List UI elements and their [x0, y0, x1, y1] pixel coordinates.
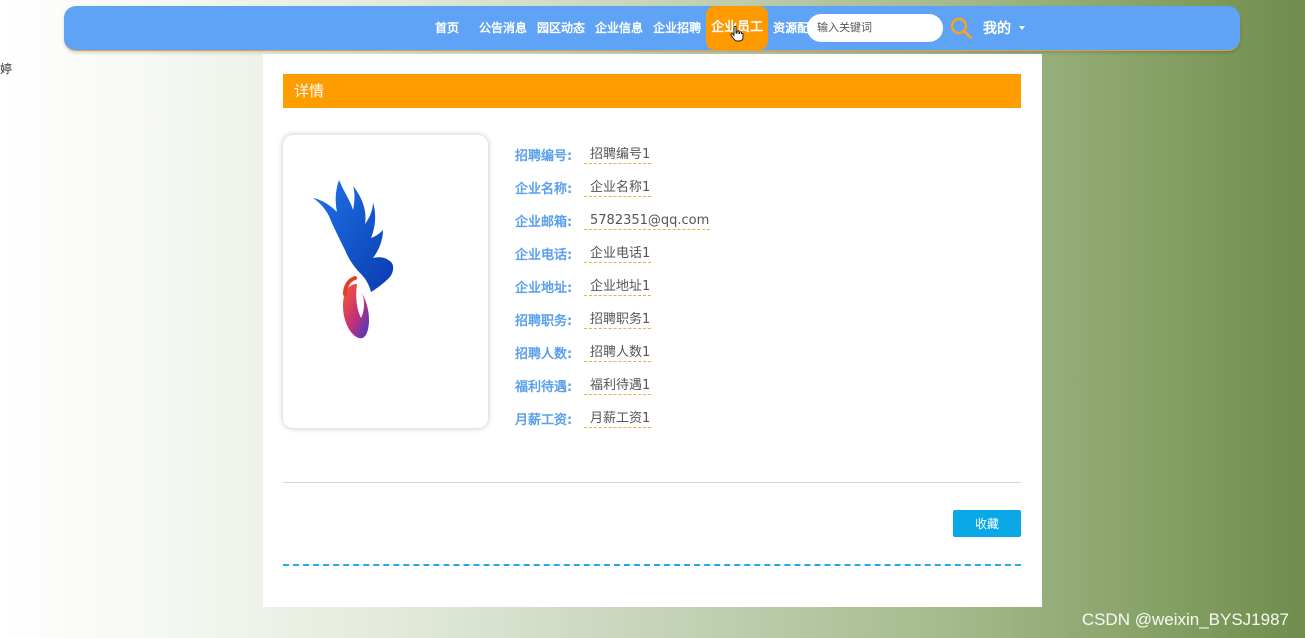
field-label: 企业邮箱: [515, 215, 573, 230]
top-navbar: 首页 公告消息 园区动态 企业信息 企业招聘 企业员工 资源配置 我的 [64, 6, 1240, 51]
field-company-phone: 企业电话: 企业电话1 [515, 237, 710, 270]
field-value: 月薪工资1 [584, 410, 652, 428]
field-label: 月薪工资: [515, 413, 573, 428]
hand-cursor-icon [730, 26, 744, 42]
field-recruit-no: 招聘编号: 招聘编号1 [515, 138, 710, 171]
detail-panel: 详情 招聘编号: 招聘编号1 企业名称: 企业名称1 企业邮箱: 5782351… [263, 54, 1042, 607]
field-value: 福利待遇1 [584, 377, 652, 395]
dashed-separator [283, 564, 1021, 566]
field-company-email: 企业邮箱: 5782351@qq.com [515, 204, 711, 237]
phoenix-logo-icon [313, 180, 394, 339]
nav-item-announcements[interactable]: 公告消息 [474, 6, 532, 50]
field-value: 企业地址1 [584, 278, 652, 296]
divider [283, 482, 1021, 483]
chevron-down-icon [1019, 26, 1025, 30]
field-company-name: 企业名称: 企业名称1 [515, 171, 710, 204]
field-value: 企业名称1 [584, 179, 652, 197]
field-label: 招聘编号: [515, 149, 573, 164]
field-label: 企业名称: [515, 182, 573, 197]
field-label: 企业电话: [515, 248, 573, 263]
detail-header: 详情 [283, 74, 1021, 108]
user-menu-label: 我的 [983, 21, 1011, 37]
side-text-fragment: 婷 [0, 62, 13, 76]
company-image-card [283, 135, 488, 428]
field-headcount: 招聘人数: 招聘人数1 [515, 336, 710, 369]
field-job-title: 招聘职务: 招聘职务1 [515, 303, 710, 336]
field-value: 招聘职务1 [584, 311, 652, 329]
field-company-address: 企业地址: 企业地址1 [515, 270, 710, 303]
field-value: 招聘人数1 [584, 344, 652, 362]
field-monthly-salary: 月薪工资: 月薪工资1 [515, 402, 710, 435]
nav-item-park-news[interactable]: 园区动态 [532, 6, 590, 50]
watermark-text: CSDN @weixin_BYSJ1987 [1081, 610, 1289, 629]
field-value: 企业电话1 [584, 245, 652, 263]
nav-item-recruitment[interactable]: 企业招聘 [648, 6, 706, 50]
search-input[interactable] [807, 14, 943, 42]
nav-item-company-info[interactable]: 企业信息 [590, 6, 648, 50]
field-label: 招聘职务: [515, 314, 573, 329]
favorite-button[interactable]: 收藏 [953, 510, 1021, 537]
field-benefits: 福利待遇: 福利待遇1 [515, 369, 710, 402]
nav-item-home[interactable]: 首页 [430, 6, 464, 50]
nav-item-employees[interactable]: 企业员工 [706, 6, 769, 50]
field-label: 福利待遇: [515, 380, 573, 395]
field-value: 招聘编号1 [584, 146, 652, 164]
field-value: 5782351@qq.com [584, 212, 711, 230]
nav-menu: 首页 公告消息 园区动态 企业信息 企业招聘 企业员工 资源配置 [430, 6, 826, 50]
user-menu[interactable]: 我的 [983, 6, 1025, 50]
detail-fields: 招聘编号: 招聘编号1 企业名称: 企业名称1 企业邮箱: 5782351@qq… [515, 138, 711, 435]
field-label: 企业地址: [515, 281, 573, 296]
field-label: 招聘人数: [515, 347, 573, 362]
search-icon[interactable] [949, 16, 973, 40]
